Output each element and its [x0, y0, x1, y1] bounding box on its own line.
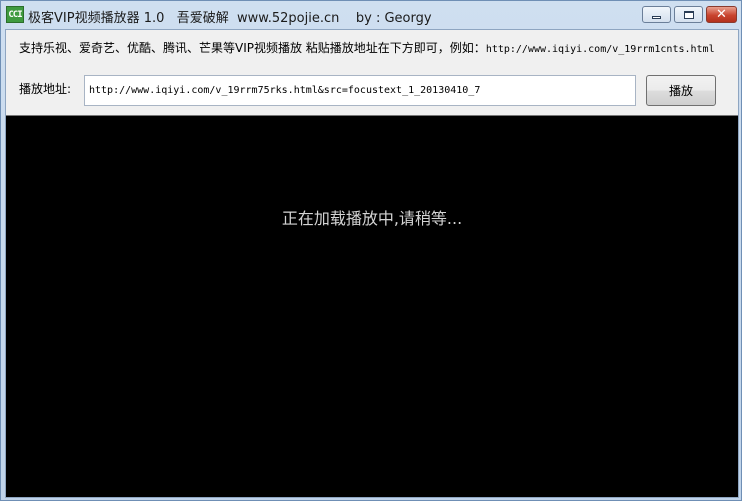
- address-label: 播放地址:: [19, 82, 72, 96]
- hint-text: 支持乐视、爱奇艺、优酷、腾讯、芒果等VIP视频播放 粘贴播放地址在下方即可，例如…: [19, 41, 486, 55]
- window-title: 极客VIP视频播放器 1.0 吾爱破解 www.52pojie.cn by : …: [28, 11, 432, 26]
- address-input[interactable]: [84, 75, 636, 106]
- loading-status: 正在加载播放中,请稍等...: [281, 209, 463, 228]
- maximize-button[interactable]: [674, 6, 703, 23]
- hint-example-url: http://www.iqiyi.com/v_19rrm1cnts.html: [485, 44, 715, 55]
- video-player[interactable]: 正在加载播放中,请稍等...: [6, 115, 738, 497]
- maximize-icon: [683, 10, 694, 19]
- minimize-icon: [652, 15, 661, 19]
- close-button[interactable]: ✕: [706, 6, 737, 23]
- usage-hint: 支持乐视、爱奇艺、优酷、腾讯、芒果等VIP视频播放 粘贴播放地址在下方即可，例如…: [19, 39, 715, 56]
- minimize-button[interactable]: [642, 6, 671, 23]
- play-button[interactable]: 播放: [646, 75, 716, 106]
- close-icon: ✕: [716, 7, 727, 22]
- client-area: 支持乐视、爱奇艺、优酷、腾讯、芒果等VIP视频播放 粘贴播放地址在下方即可，例如…: [5, 29, 739, 498]
- title-bar[interactable]: CCI 极客VIP视频播放器 1.0 吾爱破解 www.52pojie.cn b…: [1, 1, 741, 29]
- app-logo-icon: CCI: [6, 6, 24, 23]
- app-window: CCI 极客VIP视频播放器 1.0 吾爱破解 www.52pojie.cn b…: [0, 0, 742, 501]
